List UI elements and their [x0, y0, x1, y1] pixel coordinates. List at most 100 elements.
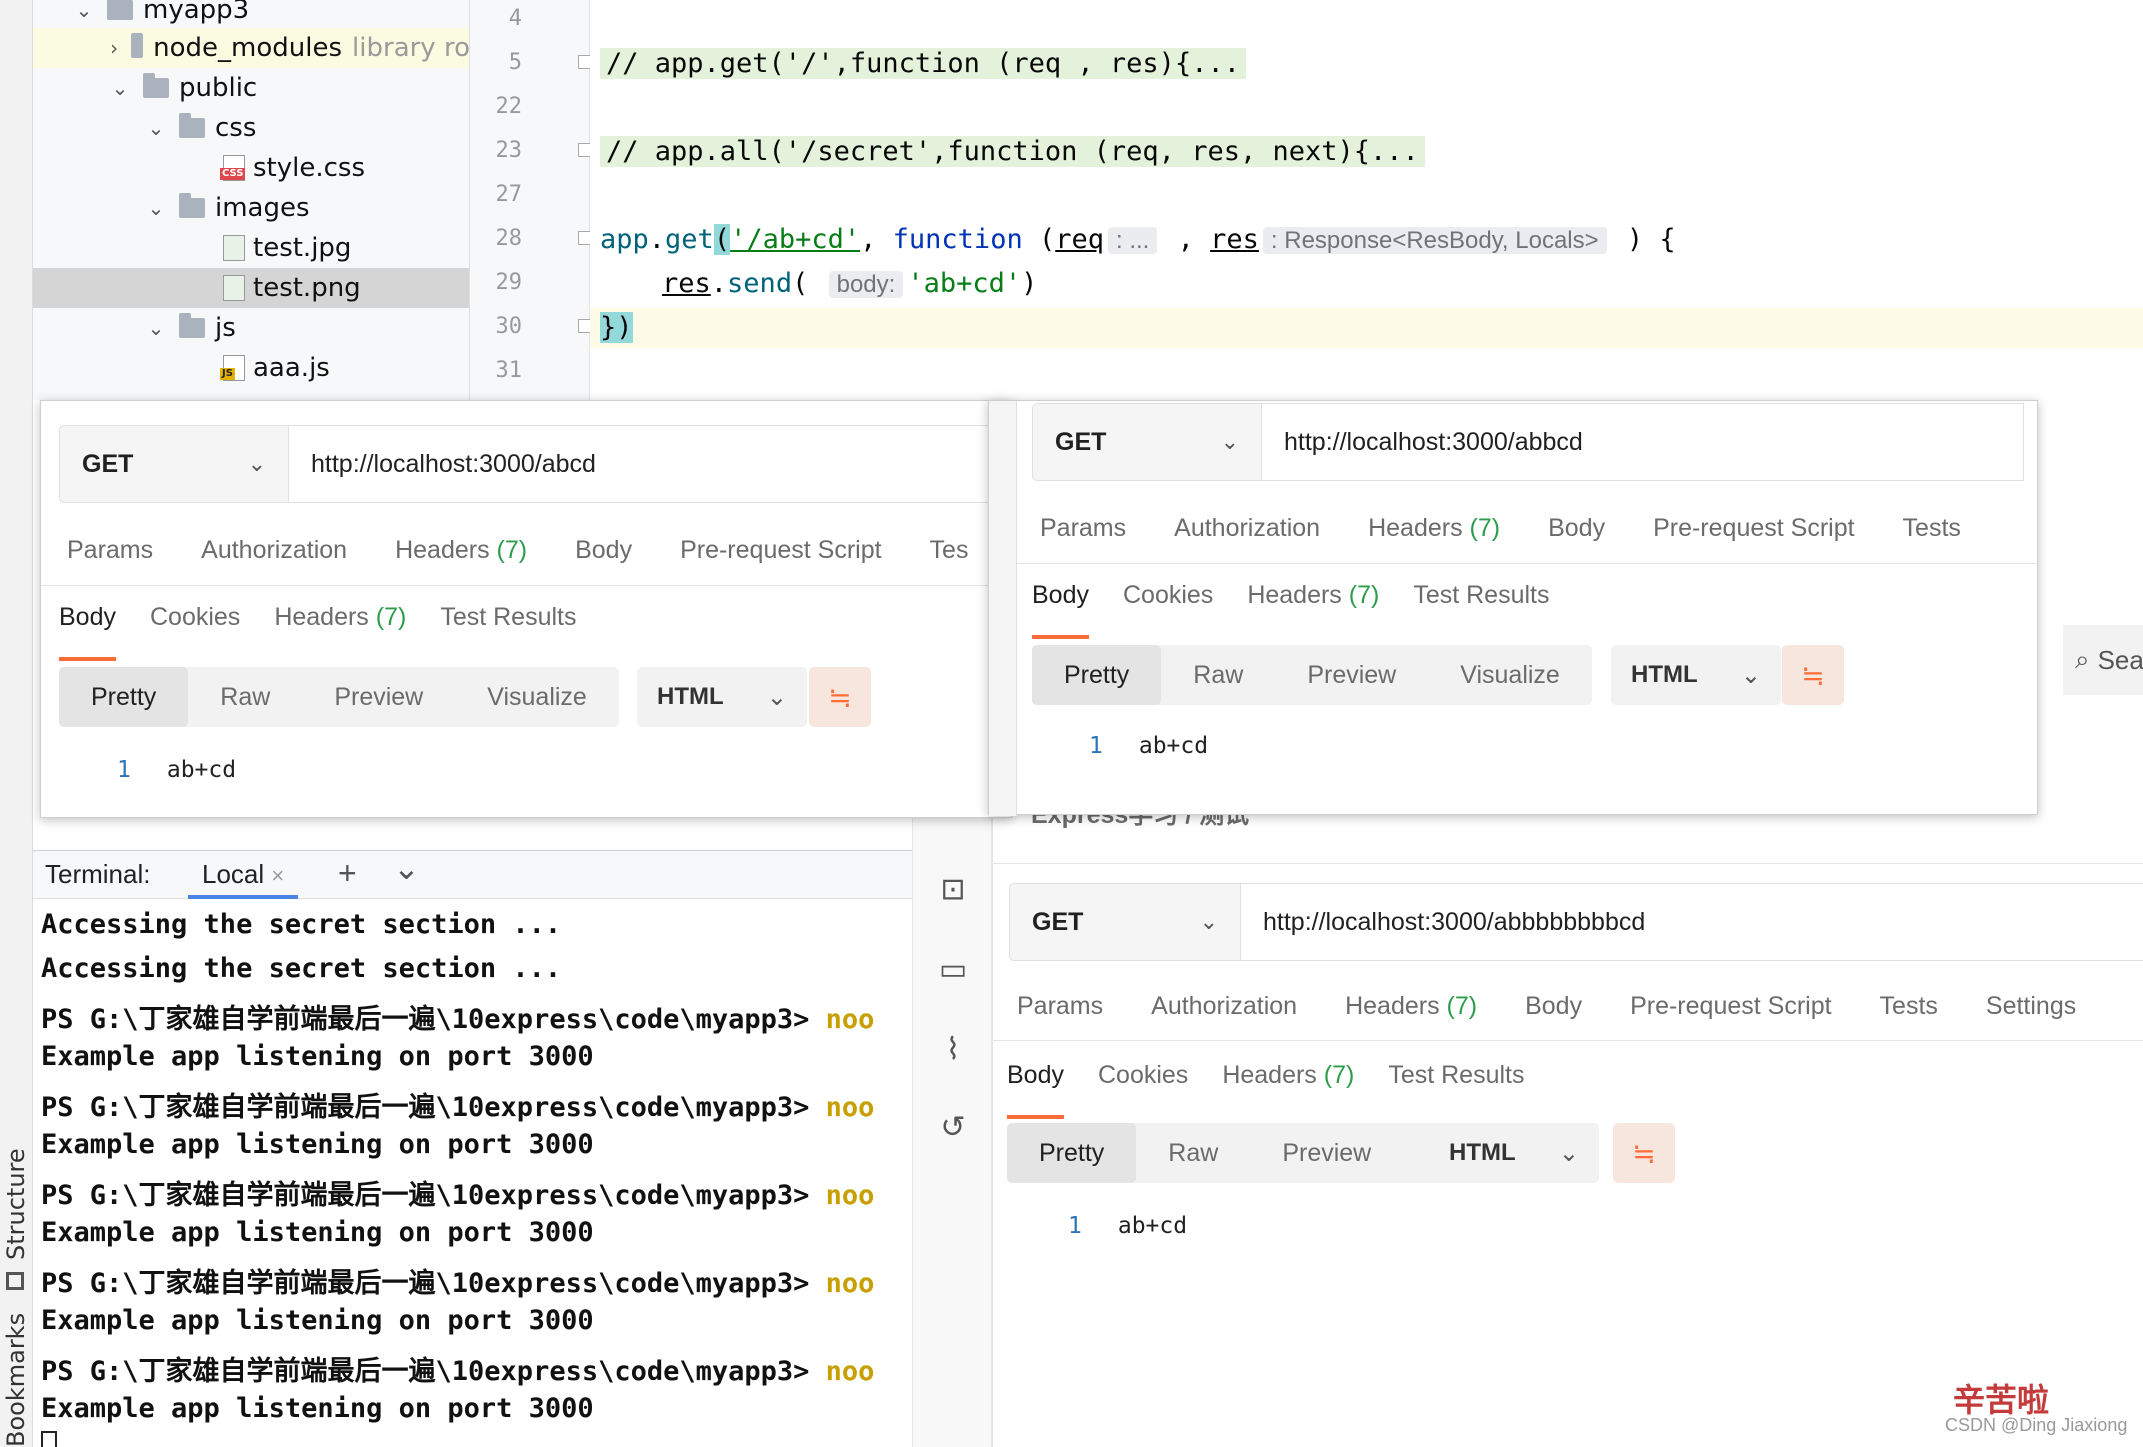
tab-test-results[interactable]: Test Results [1413, 581, 1549, 625]
tab-cookies[interactable]: Cookies [1123, 581, 1213, 625]
method-select[interactable]: GET ⌄ [1009, 883, 1241, 961]
response-line: 1 ab+cd [117, 757, 237, 783]
tab-body[interactable]: Body [575, 536, 632, 580]
tab-authorization[interactable]: Authorization [201, 536, 347, 580]
search-box[interactable]: ⌕ Sea [2063, 625, 2143, 695]
tab-test-results[interactable]: Test Results [1388, 1061, 1524, 1105]
chevron-right-icon[interactable]: › [109, 28, 119, 68]
format-select[interactable]: HTML ⌄ [1611, 645, 1781, 705]
format-select[interactable]: HTML ⌄ [637, 667, 807, 727]
search-icon: ⌕ [2075, 644, 2090, 674]
method-select[interactable]: GET ⌄ [1032, 403, 1262, 481]
tab-pre-request-script[interactable]: Pre-request Script [1630, 992, 1831, 1036]
close-icon[interactable]: × [271, 863, 284, 888]
tree-item-myapp3[interactable]: ⌄ myapp3 [33, 0, 469, 30]
tab-tests[interactable]: Tes [930, 536, 969, 580]
tab-pre-request-script[interactable]: Pre-request Script [1653, 514, 1854, 558]
structure-tool-label[interactable]: Structure [2, 1148, 30, 1260]
tab-response-headers[interactable]: Headers (7) [1247, 581, 1379, 625]
tree-item-images[interactable]: ⌄ images [33, 188, 469, 228]
tab-params[interactable]: Params [1040, 514, 1126, 558]
view-preview[interactable]: Preview [302, 667, 455, 727]
tab-cookies[interactable]: Cookies [1098, 1061, 1188, 1105]
tab-tests[interactable]: Tests [1903, 514, 1961, 558]
wrap-lines-icon[interactable]: ≒ [1782, 645, 1844, 705]
chevron-down-icon: ⌄ [1740, 661, 1761, 689]
terminal-line: PS G:\丁家雄自学前端最后一遍\10express\code\myapp3>… [41, 1004, 875, 1035]
tree-item-public[interactable]: ⌄ public [33, 68, 469, 108]
tab-tests[interactable]: Tests [1880, 992, 1938, 1036]
tab-response-body[interactable]: Body [1007, 1061, 1064, 1119]
library-root-note: library ro [352, 33, 470, 63]
view-pretty[interactable]: Pretty [1007, 1123, 1137, 1183]
chevron-down-icon[interactable]: ⌄ [145, 108, 167, 148]
code-editor[interactable]: // app.get('/',function (req , res){... … [590, 0, 2143, 400]
format-select[interactable]: HTML ⌄ [1429, 1123, 1599, 1183]
view-preview[interactable]: Preview [1250, 1123, 1403, 1183]
css-file-icon: CSS [220, 155, 246, 181]
tree-item-test-png[interactable]: test.png [33, 268, 469, 308]
add-terminal-icon[interactable]: + [338, 855, 357, 892]
view-raw[interactable]: Raw [188, 667, 302, 727]
tab-params[interactable]: Params [1017, 992, 1103, 1036]
tab-body[interactable]: Body [1548, 514, 1605, 558]
view-pretty[interactable]: Pretty [1032, 645, 1162, 705]
chevron-down-icon[interactable]: ⌄ [393, 851, 420, 887]
tab-cookies[interactable]: Cookies [150, 603, 240, 647]
terminal-title: Terminal: [45, 859, 151, 889]
tree-item-js[interactable]: ⌄ js [33, 308, 469, 348]
view-pretty[interactable]: Pretty [59, 667, 189, 727]
bookmarks-tool-label[interactable]: Bookmarks [2, 1313, 30, 1447]
view-raw[interactable]: Raw [1161, 645, 1275, 705]
terminal-line: PS G:\丁家雄自学前端最后一遍\10express\code\myapp3>… [41, 1356, 875, 1387]
tree-item-node-modules[interactable]: › node_modules library ro [33, 28, 470, 68]
tree-item-css[interactable]: ⌄ css [33, 108, 469, 148]
current-line-highlight [590, 308, 2143, 348]
wrap-lines-icon[interactable]: ≒ [809, 667, 871, 727]
terminal-panel[interactable]: Terminal: Local × + ⌄ Accessing the secr… [33, 850, 913, 1447]
view-preview[interactable]: Preview [1275, 645, 1428, 705]
tab-response-headers[interactable]: Headers (7) [1222, 1061, 1354, 1105]
tab-response-headers[interactable]: Headers (7) [274, 603, 406, 647]
chevron-down-icon[interactable]: ⌄ [73, 0, 95, 30]
tab-settings[interactable]: Settings [1986, 992, 2076, 1036]
tab-headers[interactable]: Headers (7) [395, 536, 527, 580]
view-raw[interactable]: Raw [1136, 1123, 1250, 1183]
code-line-29: res.send( body:'ab+cd') [662, 268, 1038, 299]
mock-server-icon[interactable]: ▭ [935, 952, 971, 988]
tree-item-aaa-js[interactable]: JS aaa.js [33, 348, 469, 388]
terminal-line: Example app listening on port 3000 [41, 1393, 594, 1424]
tab-authorization[interactable]: Authorization [1151, 992, 1297, 1036]
tab-test-results[interactable]: Test Results [440, 603, 576, 647]
view-mode-segment: Pretty Raw Preview Visualize [1032, 645, 1592, 705]
tab-body[interactable]: Body [1525, 992, 1582, 1036]
history-icon[interactable]: ↺ [935, 1110, 971, 1146]
chevron-down-icon[interactable]: ⌄ [145, 308, 167, 348]
tab-response-body[interactable]: Body [1032, 581, 1089, 639]
tab-params[interactable]: Params [67, 536, 153, 580]
url-input[interactable]: http://localhost:3000/abbbbbbbbcd [1241, 883, 2143, 961]
line-number: 22 [495, 94, 523, 119]
tab-pre-request-script[interactable]: Pre-request Script [680, 536, 881, 580]
wrap-lines-icon[interactable]: ≒ [1613, 1123, 1675, 1183]
monitor-icon[interactable]: ⌇ [935, 1032, 971, 1068]
chevron-down-icon[interactable]: ⌄ [109, 68, 131, 108]
line-number: 27 [495, 182, 523, 207]
tab-headers[interactable]: Headers (7) [1345, 992, 1477, 1036]
terminal-cursor [41, 1431, 57, 1447]
tree-item-test-jpg[interactable]: test.jpg [33, 228, 469, 268]
chevron-down-icon[interactable]: ⌄ [145, 188, 167, 228]
terminal-tab-local[interactable]: Local × [188, 851, 299, 899]
view-visualize[interactable]: Visualize [1428, 645, 1592, 705]
tab-authorization[interactable]: Authorization [1174, 514, 1320, 558]
tab-headers[interactable]: Headers (7) [1368, 514, 1500, 558]
url-input[interactable]: http://localhost:3000/abbcd [1262, 403, 2024, 481]
structure-icon[interactable] [6, 1272, 24, 1290]
environment-icon[interactable]: ⊡ [935, 872, 971, 908]
tree-item-style-css[interactable]: CSS style.css [33, 148, 469, 188]
response-line: 1 ab+cd [1089, 733, 1209, 759]
url-input[interactable]: http://localhost:3000/abcd [289, 425, 1013, 503]
tab-response-body[interactable]: Body [59, 603, 116, 661]
method-select[interactable]: GET ⌄ [59, 425, 289, 503]
view-visualize[interactable]: Visualize [455, 667, 619, 727]
